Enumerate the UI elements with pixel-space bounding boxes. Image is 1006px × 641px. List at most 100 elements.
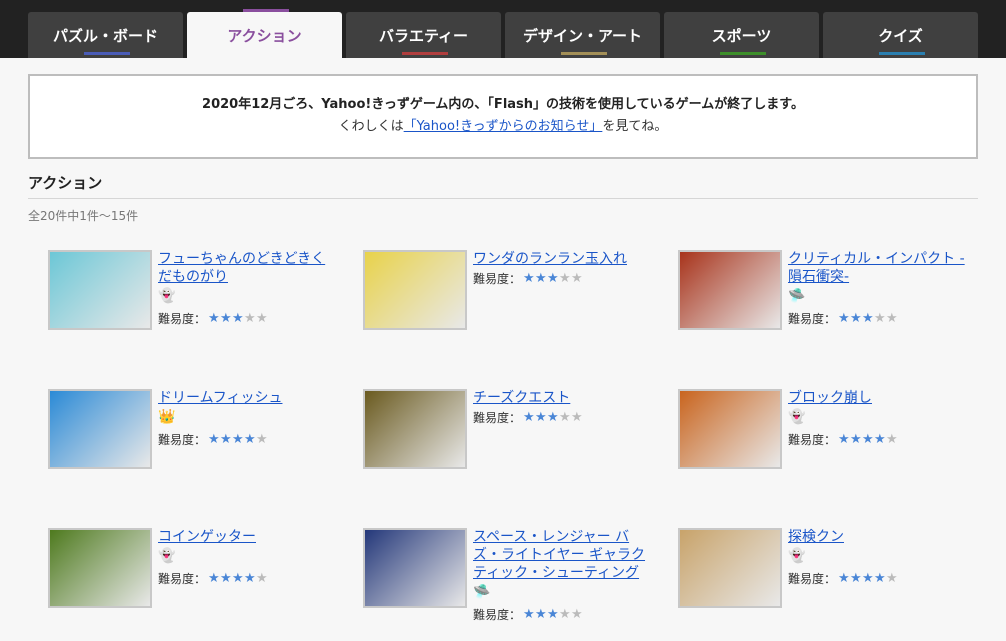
difficulty-label: 難易度：	[473, 272, 522, 286]
star-icon: ★	[886, 570, 898, 586]
star-icon: ★	[838, 431, 850, 447]
star-icon: ★	[838, 570, 850, 586]
game-thumbnail[interactable]	[363, 250, 467, 330]
star-rating: ★ ★ ★ ★ ★	[523, 606, 583, 622]
difficulty-label: 難易度：	[788, 433, 837, 447]
tab-sports[interactable]: スポーツ	[664, 12, 819, 58]
difficulty-label: 難易度：	[788, 312, 837, 326]
game-thumbnail[interactable]	[48, 389, 152, 469]
game-thumbnail[interactable]	[48, 250, 152, 330]
game-thumbnail[interactable]	[678, 389, 782, 469]
star-icon: ★	[547, 606, 559, 622]
star-icon: ★	[208, 431, 220, 447]
star-icon: ★	[571, 409, 583, 425]
result-count: 全20件中1件～15件	[28, 209, 139, 223]
thumbnail-art	[680, 530, 780, 606]
ufo-icon: 🛸	[473, 584, 491, 600]
difficulty-rating: 難易度： ★ ★ ★ ★ ★	[158, 570, 268, 587]
game-item: 探検クン 👻 難易度： ★ ★ ★ ★ ★	[678, 528, 978, 628]
star-icon: ★	[523, 606, 535, 622]
top-navigation: パズル・ボード アクション バラエティー デザイン・アート スポーツ クイズ	[0, 0, 1006, 58]
thumbnail-art	[680, 391, 780, 467]
game-thumbnail[interactable]	[678, 250, 782, 330]
difficulty-label: 難易度：	[473, 411, 522, 425]
star-icon: ★	[244, 431, 256, 447]
star-icon: ★	[535, 270, 547, 286]
difficulty-rating: 難易度： ★ ★ ★ ★ ★	[788, 570, 898, 587]
star-icon: ★	[862, 310, 874, 326]
tab-variety[interactable]: バラエティー	[346, 12, 501, 58]
game-thumbnail[interactable]	[48, 528, 152, 608]
thumbnail-art	[50, 252, 150, 328]
game-item: クリティカル・インパクト -隕石衝突- 🛸 難易度： ★ ★ ★ ★ ★	[678, 250, 978, 350]
game-item: スペース・レンジャー バズ・ライトイヤー ギャラクティック・シューティング 🛸 難易…	[363, 528, 663, 628]
difficulty-rating: 難易度： ★ ★ ★ ★ ★	[158, 431, 268, 448]
game-title-link[interactable]: ブロック崩し	[788, 389, 968, 407]
star-icon: ★	[547, 270, 559, 286]
star-icon: ★	[862, 570, 874, 586]
star-icon: ★	[232, 431, 244, 447]
thumbnail-art	[50, 530, 150, 606]
star-rating: ★ ★ ★ ★ ★	[838, 431, 898, 447]
thumbnail-art	[50, 391, 150, 467]
star-icon: ★	[838, 310, 850, 326]
game-title-link[interactable]: クリティカル・インパクト -隕石衝突-	[788, 250, 968, 286]
star-icon: ★	[232, 570, 244, 586]
star-icon: ★	[850, 310, 862, 326]
star-rating: ★ ★ ★ ★ ★	[208, 310, 268, 326]
star-icon: ★	[850, 431, 862, 447]
star-icon: ★	[535, 606, 547, 622]
game-title-link[interactable]: 探検クン	[788, 528, 968, 546]
game-thumbnail[interactable]	[678, 528, 782, 608]
game-item: ブロック崩し 👻 難易度： ★ ★ ★ ★ ★	[678, 389, 978, 489]
difficulty-rating: 難易度： ★ ★ ★ ★ ★	[788, 431, 898, 448]
star-icon: ★	[220, 310, 232, 326]
star-icon: ★	[220, 431, 232, 447]
game-title-link[interactable]: スペース・レンジャー バズ・ライトイヤー ギャラクティック・シューティング	[473, 528, 653, 582]
tab-design-art[interactable]: デザイン・アート	[505, 12, 660, 58]
ufo-icon: 🛸	[788, 288, 806, 304]
star-icon: ★	[874, 570, 886, 586]
star-rating: ★ ★ ★ ★ ★	[208, 431, 268, 447]
star-icon: ★	[886, 310, 898, 326]
star-icon: ★	[256, 310, 268, 326]
star-rating: ★ ★ ★ ★ ★	[523, 409, 583, 425]
difficulty-rating: 難易度： ★ ★ ★ ★ ★	[473, 409, 583, 426]
game-title-link[interactable]: ドリームフィッシュ	[158, 389, 338, 407]
game-title-link[interactable]: ワンダのランラン玉入れ	[473, 250, 653, 268]
difficulty-rating: 難易度： ★ ★ ★ ★ ★	[473, 270, 583, 287]
star-icon: ★	[850, 570, 862, 586]
star-icon: ★	[256, 431, 268, 447]
section-divider	[28, 198, 978, 199]
game-thumbnail[interactable]	[363, 528, 467, 608]
ghost-icon: 👻	[158, 288, 176, 304]
star-icon: ★	[559, 270, 571, 286]
difficulty-rating: 難易度： ★ ★ ★ ★ ★	[473, 606, 583, 623]
difficulty-label: 難易度：	[473, 608, 522, 622]
difficulty-rating: 難易度： ★ ★ ★ ★ ★	[788, 310, 898, 327]
star-icon: ★	[523, 409, 535, 425]
ghost-icon: 👻	[158, 548, 176, 564]
difficulty-label: 難易度：	[158, 572, 207, 586]
star-rating: ★ ★ ★ ★ ★	[208, 570, 268, 586]
tab-quiz[interactable]: クイズ	[823, 12, 978, 58]
star-icon: ★	[874, 431, 886, 447]
tab-puzzle-board[interactable]: パズル・ボード	[28, 12, 183, 58]
star-icon: ★	[559, 606, 571, 622]
star-icon: ★	[535, 409, 547, 425]
game-title-link[interactable]: フューちゃんのどきどきくだものがり	[158, 250, 338, 286]
ghost-icon: 👻	[788, 409, 806, 425]
tab-action[interactable]: アクション	[187, 9, 342, 58]
notice-link[interactable]: 「Yahoo!きっずからのお知らせ」	[404, 119, 603, 134]
game-title-link[interactable]: チーズクエスト	[473, 389, 653, 407]
game-thumbnail[interactable]	[363, 389, 467, 469]
star-icon: ★	[874, 310, 886, 326]
game-item: ワンダのランラン玉入れ 難易度： ★ ★ ★ ★ ★	[363, 250, 663, 350]
difficulty-label: 難易度：	[158, 433, 207, 447]
game-title-link[interactable]: コインゲッター	[158, 528, 338, 546]
game-item: チーズクエスト 難易度： ★ ★ ★ ★ ★	[363, 389, 663, 489]
thumbnail-art	[680, 252, 780, 328]
thumbnail-art	[365, 530, 465, 606]
difficulty-rating: 難易度： ★ ★ ★ ★ ★	[158, 310, 268, 327]
star-icon: ★	[571, 606, 583, 622]
